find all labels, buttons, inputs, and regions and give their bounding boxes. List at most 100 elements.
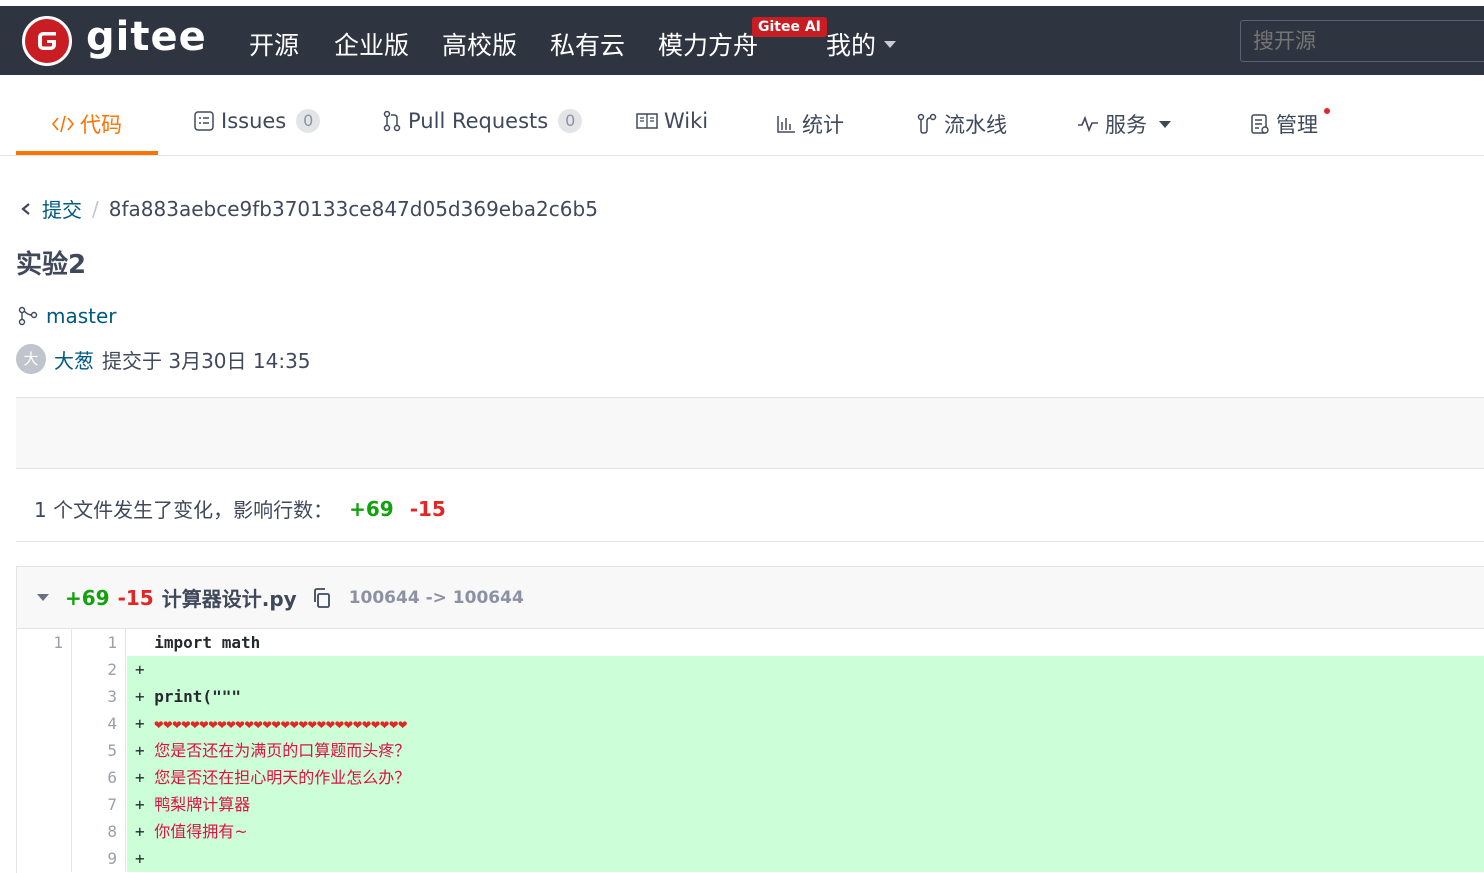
nav-enterprise[interactable]: 企业版 [334, 26, 409, 62]
diff-line: 3 + print(""" [17, 683, 1484, 710]
branch-link[interactable]: master [18, 304, 117, 328]
code-text: 您是否还在为满页的口算题而头疼？ [154, 741, 411, 760]
old-line-number[interactable] [17, 683, 72, 710]
diff-line: 7 + 鸭梨牌计算器 [17, 791, 1484, 818]
tab-code-label: 代码 [80, 113, 122, 137]
file-mode-change: 100644 -> 100644 [348, 587, 524, 608]
repo-tabs: 代码 Issues 0 Pull Requests 0 Wiki 统计 流水线 … [0, 75, 1484, 156]
diff-line: 6 + 您是否还在担心明天的作业怎么办？ [17, 764, 1484, 791]
new-line-number[interactable]: 2 [72, 656, 126, 683]
new-line-number[interactable]: 5 [72, 737, 126, 764]
tab-stats[interactable]: 统计 [776, 109, 844, 139]
tab-manage-label: 管理 [1276, 113, 1318, 137]
nav-education[interactable]: 高校版 [442, 26, 517, 62]
issues-count-badge: 0 [296, 109, 321, 133]
old-line-number[interactable]: 1 [17, 629, 72, 656]
gitee-logo-icon[interactable] [22, 16, 72, 66]
breadcrumb-commits-link[interactable]: 提交 [42, 194, 82, 223]
old-line-number[interactable] [17, 710, 72, 737]
pulse-icon [1078, 115, 1098, 133]
tab-stats-label: 统计 [802, 113, 844, 137]
gitee-ai-badge[interactable]: Gitee AI [752, 17, 827, 37]
diff-summary-text: 1 个文件发生了变化，影响行数： [34, 498, 334, 522]
manage-document-icon [1251, 114, 1269, 134]
summary-deletions: -15 [409, 496, 446, 521]
new-line-number[interactable]: 9 [72, 845, 126, 872]
code-icon [52, 115, 74, 133]
nav-mine-label: 我的 [826, 31, 877, 60]
nav-moli-fangzhou[interactable]: 模力方舟 [658, 26, 758, 62]
pipeline-icon [917, 113, 937, 134]
notification-dot [1324, 108, 1330, 114]
copy-icon[interactable] [311, 587, 333, 609]
diff-line: 2 + [17, 656, 1484, 683]
old-line-number[interactable] [17, 791, 72, 818]
nav-private-cloud[interactable]: 私有云 [550, 26, 625, 62]
nav-open-source[interactable]: 开源 [249, 26, 299, 62]
diff-line: 9 + [17, 845, 1484, 872]
diff-marker: + [135, 822, 155, 841]
new-line-number[interactable]: 7 [72, 791, 126, 818]
issues-icon [194, 111, 214, 131]
wiki-book-icon [636, 113, 658, 129]
code-content: + 您是否还在担心明天的作业怎么办？ [127, 764, 1484, 791]
pr-count-badge: 0 [558, 109, 583, 133]
diff-summary: 1 个文件发生了变化，影响行数： +69 -15 [34, 494, 446, 523]
tab-pull-requests[interactable]: Pull Requests 0 [382, 109, 583, 133]
old-line-number[interactable] [17, 656, 72, 683]
tab-services-label: 服务 [1105, 113, 1147, 137]
avatar[interactable]: 大 [16, 344, 46, 374]
tab-pipeline-label: 流水线 [944, 113, 1007, 137]
new-line-number[interactable]: 1 [72, 629, 126, 656]
diff-marker: + [135, 741, 155, 760]
author-name-link[interactable]: 大葱 [54, 345, 94, 374]
nav-mine-dropdown[interactable]: 我的 [826, 26, 897, 62]
code-text: ❤❤❤❤❤❤❤❤❤❤❤❤❤❤❤❤❤❤❤❤❤❤❤❤❤❤❤❤ [154, 715, 408, 733]
tab-services-dropdown[interactable]: 服务 [1077, 109, 1171, 139]
old-line-number[interactable] [17, 737, 72, 764]
pull-request-icon [383, 110, 401, 132]
diff-line: 4 + ❤❤❤❤❤❤❤❤❤❤❤❤❤❤❤❤❤❤❤❤❤❤❤❤❤❤❤❤ [17, 710, 1484, 737]
chevron-down-icon [1159, 120, 1171, 128]
collapse-toggle-icon[interactable] [37, 594, 49, 601]
new-line-number[interactable]: 8 [72, 818, 126, 845]
tab-code[interactable]: 代码 [52, 109, 122, 139]
code-text: print(""" [154, 687, 241, 706]
code-content: + ❤❤❤❤❤❤❤❤❤❤❤❤❤❤❤❤❤❤❤❤❤❤❤❤❤❤❤❤ [127, 710, 1484, 737]
tab-issues-label: Issues [221, 109, 287, 133]
code-text: 您是否还在担心明天的作业怎么办？ [154, 768, 411, 787]
branch-name: master [46, 304, 117, 328]
diff-marker: + [135, 768, 155, 787]
chevron-down-icon [884, 40, 897, 48]
old-line-number[interactable] [17, 818, 72, 845]
code-text: 你值得拥有~ [154, 822, 248, 841]
old-line-number[interactable] [17, 764, 72, 791]
breadcrumb-separator: / [92, 196, 99, 221]
tab-wiki[interactable]: Wiki [636, 109, 708, 133]
diff-marker: + [135, 714, 155, 733]
tab-manage[interactable]: 管理 [1250, 109, 1318, 139]
new-line-number[interactable]: 3 [72, 683, 126, 710]
top-navbar: gitee 开源 企业版 高校版 私有云 模力方舟 Gitee AI 我的 [0, 0, 1484, 75]
file-diff-header: +69 -15 计算器设计.py 100644 -> 100644 [17, 567, 1484, 629]
summary-additions: +69 [349, 496, 394, 521]
code-text: 鸭梨牌计算器 [154, 795, 251, 814]
old-line-number[interactable] [17, 845, 72, 872]
diff-line: 5 + 您是否还在为满页的口算题而头疼？ [17, 737, 1484, 764]
tab-pipeline[interactable]: 流水线 [916, 109, 1007, 139]
diff-marker: + [135, 660, 155, 679]
commit-message-panel [16, 397, 1484, 469]
diff-marker: + [135, 687, 155, 706]
active-tab-indicator [16, 151, 158, 155]
file-name-link[interactable]: 计算器设计.py [162, 583, 297, 612]
new-line-number[interactable]: 4 [72, 710, 126, 737]
search-input[interactable] [1240, 20, 1484, 62]
new-line-number[interactable]: 6 [72, 764, 126, 791]
tab-pull-requests-label: Pull Requests [408, 109, 549, 133]
chevron-left-icon[interactable] [20, 202, 32, 216]
tab-issues[interactable]: Issues 0 [193, 109, 321, 133]
brand-name[interactable]: gitee [86, 14, 207, 60]
diff-marker [135, 633, 154, 652]
file-additions: +69 [65, 585, 110, 610]
commit-time: 提交于 3月30日 14:35 [102, 348, 311, 373]
